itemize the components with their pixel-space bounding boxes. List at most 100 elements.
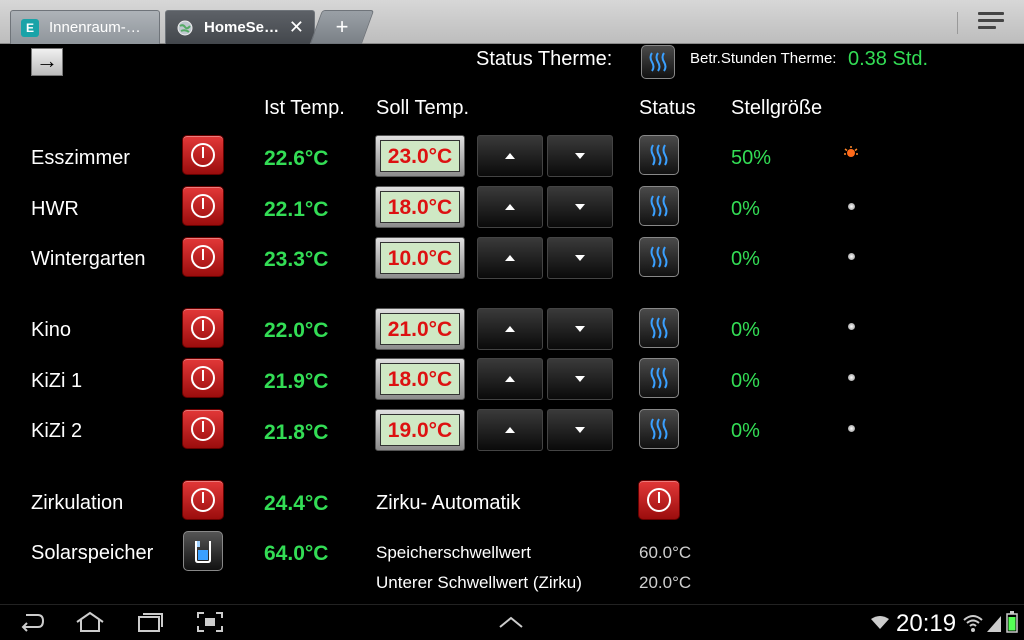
stellgroesse-value: 50%	[731, 147, 772, 169]
ist-temp: 21.9°C	[264, 370, 329, 393]
heating-icon	[650, 367, 668, 389]
heating-icon	[650, 246, 668, 268]
tab-innenraum[interactable]: E Innenraum-…	[10, 10, 160, 44]
valve-idle-icon	[848, 374, 855, 381]
screenshot-icon[interactable]	[196, 611, 224, 633]
overflow-menu-icon[interactable]	[978, 12, 1004, 32]
ist-temp: 22.0°C	[264, 319, 329, 342]
room-name: KiZi 2	[31, 420, 83, 442]
soll-temp-display: 10.0°C	[375, 237, 465, 279]
valve-active-icon	[844, 146, 858, 157]
unterer-schwellwert-label: Unterer Schwellwert (Zirku)	[376, 573, 582, 592]
speicherschwellwert-label: Speicherschwellwert	[376, 543, 531, 562]
chevron-down-icon	[575, 204, 585, 210]
close-tab-icon[interactable]: ✕	[289, 17, 304, 38]
betr-stunden-value: 0.38 Std.	[848, 48, 929, 70]
increase-button[interactable]	[477, 237, 543, 279]
zirkulation-temp: 24.4°C	[264, 492, 329, 515]
e-app-icon: E	[21, 18, 39, 37]
system-clock: 20:19	[896, 610, 957, 637]
heating-status-button[interactable]	[639, 186, 679, 226]
increase-button[interactable]	[477, 135, 543, 177]
decrease-button[interactable]	[547, 308, 613, 350]
browser-tab-bar: E Innenraum-… HomeSe… ✕ +	[0, 0, 1024, 44]
heating-status-button[interactable]	[639, 135, 679, 175]
therme-status-button[interactable]	[641, 45, 675, 79]
chevron-up-icon	[505, 255, 515, 261]
power-icon	[191, 366, 215, 390]
new-tab-button[interactable]: +	[309, 10, 375, 44]
decrease-button[interactable]	[547, 135, 613, 177]
decrease-button[interactable]	[547, 237, 613, 279]
soll-temp-display: 18.0°C	[375, 186, 465, 228]
soll-temp-display: 18.0°C	[375, 358, 465, 400]
heating-status-button[interactable]	[639, 358, 679, 398]
zirkulation-power-button[interactable]	[182, 480, 224, 520]
back-arrow-button[interactable]: →	[31, 48, 63, 76]
power-icon	[191, 316, 215, 340]
zirku-automatik-button[interactable]	[638, 480, 680, 520]
power-icon	[191, 194, 215, 218]
chevron-down-icon	[575, 326, 585, 332]
unterer-schwellwert-value: 20.0°C	[639, 573, 692, 592]
power-button[interactable]	[182, 358, 224, 398]
power-icon	[647, 488, 671, 512]
heating-status-button[interactable]	[639, 409, 679, 449]
col-ist-temp: Ist Temp.	[264, 97, 345, 119]
power-button[interactable]	[182, 186, 224, 226]
stellgroesse-value: 0%	[731, 198, 760, 220]
homeserver-panel: → Status Therme: Betr.Stunden Therme: 0.…	[0, 44, 1024, 604]
increase-button[interactable]	[477, 308, 543, 350]
chevron-up-icon	[505, 376, 515, 382]
power-button[interactable]	[182, 308, 224, 348]
col-soll-temp: Soll Temp.	[376, 97, 470, 119]
soll-temp-display: 23.0°C	[375, 135, 465, 177]
decrease-button[interactable]	[547, 186, 613, 228]
recent-apps-icon[interactable]	[136, 611, 164, 633]
tab-title: HomeSe…	[204, 19, 280, 36]
room-name: Wintergarten	[31, 248, 146, 270]
globe-icon	[176, 19, 194, 37]
increase-button[interactable]	[477, 186, 543, 228]
decrease-button[interactable]	[547, 358, 613, 400]
system-nav-bar: 20:19	[0, 604, 1024, 640]
stellgroesse-value: 0%	[731, 370, 760, 392]
heating-icon	[650, 317, 668, 339]
power-button[interactable]	[182, 237, 224, 277]
chevron-up-icon	[505, 153, 515, 159]
heating-icon	[650, 195, 668, 217]
tab-homeserver[interactable]: HomeSe… ✕	[165, 10, 315, 44]
heating-status-button[interactable]	[639, 308, 679, 348]
divider	[957, 12, 958, 34]
stellgroesse-value: 0%	[731, 248, 760, 270]
solarspeicher-temp: 64.0°C	[264, 542, 329, 565]
power-icon	[191, 245, 215, 269]
power-button[interactable]	[182, 135, 224, 175]
home-icon[interactable]	[74, 611, 106, 633]
back-icon[interactable]	[18, 611, 46, 633]
heating-status-button[interactable]	[639, 237, 679, 277]
ist-temp: 22.1°C	[264, 198, 329, 221]
chevron-down-icon	[575, 153, 585, 159]
stellgroesse-value: 0%	[731, 420, 760, 442]
valve-idle-icon	[848, 323, 855, 330]
water-tank-icon	[195, 541, 211, 563]
room-name: KiZi 1	[31, 370, 83, 392]
solarspeicher-button[interactable]	[183, 531, 223, 571]
increase-button[interactable]	[477, 358, 543, 400]
increase-button[interactable]	[477, 409, 543, 451]
cell-signal-icon	[987, 616, 1001, 632]
decrease-button[interactable]	[547, 409, 613, 451]
valve-idle-icon	[848, 425, 855, 432]
power-icon	[191, 417, 215, 441]
chevron-up-icon	[505, 204, 515, 210]
valve-idle-icon	[848, 253, 855, 260]
chevron-down-icon	[575, 376, 585, 382]
ist-temp: 22.6°C	[264, 147, 329, 170]
power-button[interactable]	[182, 409, 224, 449]
chevron-up-icon[interactable]	[498, 615, 524, 629]
room-name: Kino	[31, 319, 72, 341]
zirku-automatik-label: Zirku- Automatik	[376, 492, 521, 514]
battery-icon	[1006, 611, 1018, 633]
valve-idle-icon	[848, 203, 855, 210]
